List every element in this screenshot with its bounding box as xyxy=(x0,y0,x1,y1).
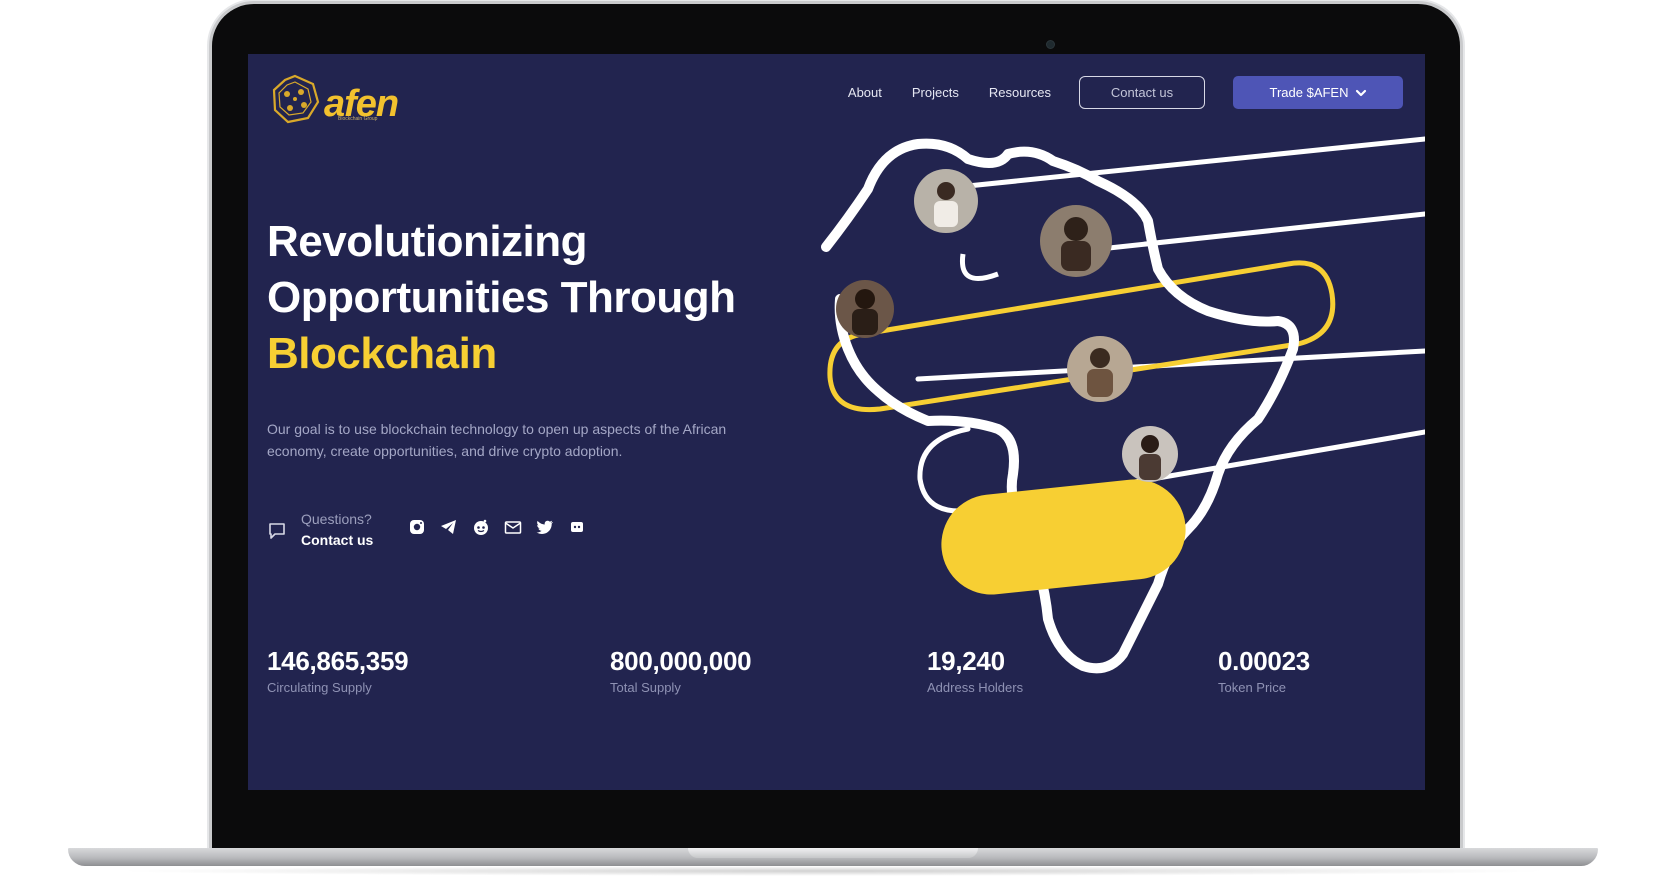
nav-link-resources[interactable]: Resources xyxy=(989,85,1051,100)
camera-dot xyxy=(1046,40,1055,49)
questions-label: Questions? xyxy=(301,511,372,527)
nav-link-about[interactable]: About xyxy=(848,85,882,100)
hero-title-line2: Opportunities Through xyxy=(267,273,736,322)
avatar xyxy=(1040,205,1112,277)
trade-afen-button[interactable]: Trade $AFEN xyxy=(1233,76,1403,109)
screen-bezel xyxy=(248,790,1425,818)
laptop-notch xyxy=(688,848,978,858)
yellow-pill xyxy=(941,479,1186,595)
contact-us-label: Contact us xyxy=(1110,85,1174,100)
stat-circulating-supply: 146,865,359 Circulating Supply xyxy=(267,644,409,698)
contact-us-link[interactable]: Contact us xyxy=(301,529,373,551)
hero-title-line1: Revolutionizing xyxy=(267,217,588,266)
hero-heading: Revolutionizing Opportunities Through Bl… xyxy=(267,214,827,382)
track-line xyxy=(955,136,1425,190)
instagram-icon[interactable] xyxy=(408,518,426,536)
brand-logo[interactable]: afen xyxy=(268,72,399,126)
social-links xyxy=(408,518,600,536)
stat-value: 146,865,359 xyxy=(267,646,409,676)
africa-map-illustration xyxy=(821,136,1425,674)
avatar xyxy=(836,280,894,338)
telegram-icon[interactable] xyxy=(440,518,458,536)
hero-title-accent: Blockchain xyxy=(267,329,497,378)
stat-label: Circulating Supply xyxy=(267,680,372,695)
avatar xyxy=(914,169,978,233)
trade-afen-label: Trade $AFEN xyxy=(1269,85,1349,100)
afen-logo-icon xyxy=(272,74,320,124)
hero-description: Our goal is to use blockchain technology… xyxy=(267,421,727,459)
medium-icon[interactable] xyxy=(504,518,522,536)
laptop-shadow xyxy=(110,866,1556,876)
discord-icon[interactable] xyxy=(568,518,586,536)
twitter-icon[interactable] xyxy=(536,518,554,536)
chat-bubble-icon xyxy=(269,523,285,539)
website-screen: afen Blockchain Group About Projects Res… xyxy=(248,54,1425,790)
stat-value: 800,000,000 xyxy=(610,646,752,676)
nav-link-projects[interactable]: Projects xyxy=(912,85,959,100)
contact-us-button[interactable]: Contact us xyxy=(1079,76,1205,109)
avatar xyxy=(1122,426,1178,482)
track-line xyxy=(959,253,999,281)
questions-block: Questions? Contact us xyxy=(267,509,373,551)
stat-total-supply: 800,000,000 Total Supply xyxy=(610,644,752,698)
chevron-down-icon xyxy=(1355,89,1366,96)
stat-label: Total Supply xyxy=(610,680,681,695)
avatar xyxy=(1067,336,1133,402)
brand-tagline: Blockchain Group xyxy=(338,116,378,122)
reddit-icon[interactable] xyxy=(472,518,490,536)
top-navigation: About Projects Resources Contact us Trad… xyxy=(818,76,1403,109)
